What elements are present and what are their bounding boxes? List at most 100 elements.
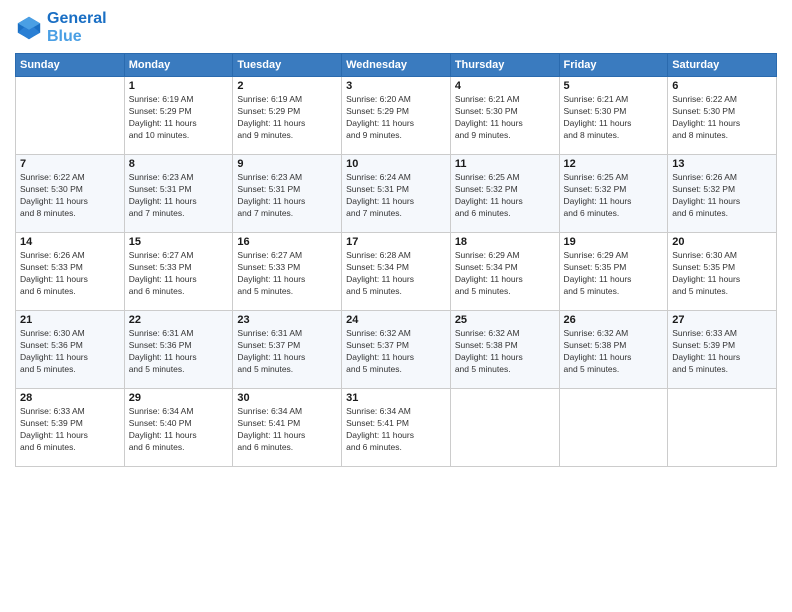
day-number: 26	[564, 314, 664, 326]
day-info: Sunrise: 6:23 AMSunset: 5:31 PMDaylight:…	[129, 172, 229, 220]
day-info: Sunrise: 6:32 AMSunset: 5:38 PMDaylight:…	[564, 328, 664, 376]
day-number: 7	[20, 158, 120, 170]
calendar-cell: 9 Sunrise: 6:23 AMSunset: 5:31 PMDaylight…	[233, 155, 342, 233]
day-number: 24	[346, 314, 446, 326]
calendar-cell: 18Sunrise: 6:29 AMSunset: 5:34 PMDayligh…	[450, 233, 559, 311]
page: General Blue SundayMondayTuesdayWednesda…	[0, 0, 792, 612]
day-number: 8	[129, 158, 229, 170]
day-number: 6	[672, 80, 772, 92]
day-info: Sunrise: 6:25 AMSunset: 5:32 PMDaylight:…	[455, 172, 555, 220]
day-info: Sunrise: 6:19 AMSunset: 5:29 PMDaylight:…	[237, 94, 337, 142]
day-number: 25	[455, 314, 555, 326]
calendar-cell: 4 Sunrise: 6:21 AMSunset: 5:30 PMDaylight…	[450, 77, 559, 155]
calendar-cell: 30 Sunrise: 6:34 AMSunset: 5:41 PMDayligh…	[233, 389, 342, 467]
day-info: Sunrise: 6:29 AMSunset: 5:34 PMDaylight:…	[455, 250, 555, 298]
day-info: Sunrise: 6:19 AMSunset: 5:29 PMDaylight:…	[129, 94, 229, 142]
day-info: Sunrise: 6:32 AMSunset: 5:37 PMDaylight:…	[346, 328, 446, 376]
calendar-cell: 22 Sunrise: 6:31 AMSunset: 5:36 PMDayligh…	[124, 311, 233, 389]
calendar-cell: 17 Sunrise: 6:28 AMSunset: 5:34 PMDayligh…	[342, 233, 451, 311]
day-number: 13	[672, 158, 772, 170]
calendar-cell: 28Sunrise: 6:33 AMSunset: 5:39 PMDayligh…	[16, 389, 125, 467]
calendar-cell: 20 Sunrise: 6:30 AMSunset: 5:35 PMDayligh…	[668, 233, 777, 311]
calendar-cell	[16, 77, 125, 155]
header-row: SundayMondayTuesdayWednesdayThursdayFrid…	[16, 54, 777, 77]
logo: General Blue	[15, 10, 107, 45]
calendar-cell: 3Sunrise: 6:20 AMSunset: 5:29 PMDaylight…	[342, 77, 451, 155]
day-info: Sunrise: 6:34 AMSunset: 5:40 PMDaylight:…	[129, 406, 229, 454]
day-info: Sunrise: 6:30 AMSunset: 5:35 PMDaylight:…	[672, 250, 772, 298]
day-number: 12	[564, 158, 664, 170]
calendar-cell	[668, 389, 777, 467]
day-number: 19	[564, 236, 664, 248]
day-number: 31	[346, 392, 446, 404]
logo-icon	[15, 14, 43, 42]
day-info: Sunrise: 6:22 AMSunset: 5:30 PMDaylight:…	[20, 172, 120, 220]
day-info: Sunrise: 6:21 AMSunset: 5:30 PMDaylight:…	[455, 94, 555, 142]
day-info: Sunrise: 6:31 AMSunset: 5:37 PMDaylight:…	[237, 328, 337, 376]
header: General Blue	[15, 10, 777, 45]
calendar-table: SundayMondayTuesdayWednesdayThursdayFrid…	[15, 53, 777, 467]
day-number: 20	[672, 236, 772, 248]
calendar-cell: 2 Sunrise: 6:19 AMSunset: 5:29 PMDaylight…	[233, 77, 342, 155]
col-header-tuesday: Tuesday	[233, 54, 342, 77]
day-info: Sunrise: 6:27 AMSunset: 5:33 PMDaylight:…	[129, 250, 229, 298]
day-info: Sunrise: 6:31 AMSunset: 5:36 PMDaylight:…	[129, 328, 229, 376]
calendar-cell: 14 Sunrise: 6:26 AMSunset: 5:33 PMDayligh…	[16, 233, 125, 311]
day-info: Sunrise: 6:26 AMSunset: 5:33 PMDaylight:…	[20, 250, 120, 298]
calendar-cell: 8 Sunrise: 6:23 AMSunset: 5:31 PMDaylight…	[124, 155, 233, 233]
day-info: Sunrise: 6:24 AMSunset: 5:31 PMDaylight:…	[346, 172, 446, 220]
day-number: 14	[20, 236, 120, 248]
day-number: 4	[455, 80, 555, 92]
calendar-cell: 1 Sunrise: 6:19 AMSunset: 5:29 PMDaylight…	[124, 77, 233, 155]
day-info: Sunrise: 6:34 AMSunset: 5:41 PMDaylight:…	[346, 406, 446, 454]
day-number: 2	[237, 80, 337, 92]
calendar-cell: 19 Sunrise: 6:29 AMSunset: 5:35 PMDayligh…	[559, 233, 668, 311]
day-number: 1	[129, 80, 229, 92]
calendar-cell: 11Sunrise: 6:25 AMSunset: 5:32 PMDayligh…	[450, 155, 559, 233]
calendar-cell: 26 Sunrise: 6:32 AMSunset: 5:38 PMDayligh…	[559, 311, 668, 389]
day-info: Sunrise: 6:27 AMSunset: 5:33 PMDaylight:…	[237, 250, 337, 298]
calendar-cell	[559, 389, 668, 467]
week-row-1: 7 Sunrise: 6:22 AMSunset: 5:30 PMDaylight…	[16, 155, 777, 233]
day-info: Sunrise: 6:34 AMSunset: 5:41 PMDaylight:…	[237, 406, 337, 454]
day-number: 17	[346, 236, 446, 248]
calendar-cell: 7 Sunrise: 6:22 AMSunset: 5:30 PMDaylight…	[16, 155, 125, 233]
calendar-cell: 27Sunrise: 6:33 AMSunset: 5:39 PMDayligh…	[668, 311, 777, 389]
calendar-cell: 31 Sunrise: 6:34 AMSunset: 5:41 PMDayligh…	[342, 389, 451, 467]
day-info: Sunrise: 6:29 AMSunset: 5:35 PMDaylight:…	[564, 250, 664, 298]
day-number: 23	[237, 314, 337, 326]
calendar-cell: 24 Sunrise: 6:32 AMSunset: 5:37 PMDayligh…	[342, 311, 451, 389]
day-info: Sunrise: 6:28 AMSunset: 5:34 PMDaylight:…	[346, 250, 446, 298]
day-info: Sunrise: 6:26 AMSunset: 5:32 PMDaylight:…	[672, 172, 772, 220]
day-info: Sunrise: 6:25 AMSunset: 5:32 PMDaylight:…	[564, 172, 664, 220]
week-row-3: 21Sunrise: 6:30 AMSunset: 5:36 PMDayligh…	[16, 311, 777, 389]
day-info: Sunrise: 6:22 AMSunset: 5:30 PMDaylight:…	[672, 94, 772, 142]
day-number: 28	[20, 392, 120, 404]
col-header-friday: Friday	[559, 54, 668, 77]
col-header-sunday: Sunday	[16, 54, 125, 77]
day-number: 9	[237, 158, 337, 170]
week-row-0: 1 Sunrise: 6:19 AMSunset: 5:29 PMDaylight…	[16, 77, 777, 155]
calendar-cell: 15Sunrise: 6:27 AMSunset: 5:33 PMDayligh…	[124, 233, 233, 311]
calendar-cell: 16Sunrise: 6:27 AMSunset: 5:33 PMDayligh…	[233, 233, 342, 311]
calendar-cell: 29Sunrise: 6:34 AMSunset: 5:40 PMDayligh…	[124, 389, 233, 467]
day-number: 27	[672, 314, 772, 326]
logo-blue: Blue	[47, 28, 107, 46]
day-info: Sunrise: 6:23 AMSunset: 5:31 PMDaylight:…	[237, 172, 337, 220]
day-number: 10	[346, 158, 446, 170]
day-info: Sunrise: 6:32 AMSunset: 5:38 PMDaylight:…	[455, 328, 555, 376]
calendar-cell: 13 Sunrise: 6:26 AMSunset: 5:32 PMDayligh…	[668, 155, 777, 233]
calendar-cell: 21Sunrise: 6:30 AMSunset: 5:36 PMDayligh…	[16, 311, 125, 389]
day-number: 22	[129, 314, 229, 326]
week-row-2: 14 Sunrise: 6:26 AMSunset: 5:33 PMDayligh…	[16, 233, 777, 311]
day-info: Sunrise: 6:20 AMSunset: 5:29 PMDaylight:…	[346, 94, 446, 142]
col-header-saturday: Saturday	[668, 54, 777, 77]
day-info: Sunrise: 6:21 AMSunset: 5:30 PMDaylight:…	[564, 94, 664, 142]
day-number: 30	[237, 392, 337, 404]
col-header-monday: Monday	[124, 54, 233, 77]
logo-text: General Blue	[47, 10, 107, 45]
calendar-cell: 12 Sunrise: 6:25 AMSunset: 5:32 PMDayligh…	[559, 155, 668, 233]
week-row-4: 28Sunrise: 6:33 AMSunset: 5:39 PMDayligh…	[16, 389, 777, 467]
day-number: 5	[564, 80, 664, 92]
calendar-cell: 6 Sunrise: 6:22 AMSunset: 5:30 PMDaylight…	[668, 77, 777, 155]
